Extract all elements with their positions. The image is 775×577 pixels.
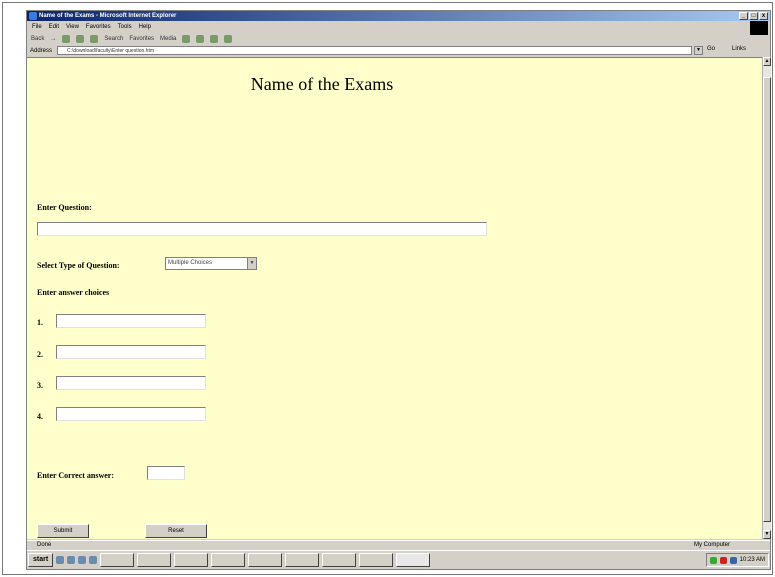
quicklaunch-desktop-icon[interactable] <box>56 556 65 564</box>
taskbar-window-5[interactable] <box>248 553 283 567</box>
ie-icon <box>29 12 37 20</box>
toolbar: Back → Search Favorites Media <box>27 33 747 45</box>
page-title: Name of the Exams <box>250 74 394 94</box>
taskbar-window-4[interactable] <box>211 553 246 567</box>
question-type-value: Multiple Choices <box>168 260 213 266</box>
choice-input-4[interactable] <box>56 407 206 421</box>
start-button[interactable]: start <box>28 553 54 567</box>
favorites-button[interactable]: Favorites <box>129 36 154 42</box>
page-content: Name of the Exams Enter Question: Select… <box>27 57 762 539</box>
history-icon[interactable] <box>182 35 191 43</box>
security-zone: My Computer <box>693 542 730 548</box>
back-button[interactable]: Back <box>31 36 44 42</box>
scroll-down-icon[interactable]: ▼ <box>763 530 771 539</box>
tray-volume-icon[interactable] <box>729 556 737 564</box>
home-icon[interactable] <box>90 35 99 43</box>
question-type-select[interactable]: Multiple Choices ▼ <box>165 257 257 270</box>
correct-answer-label: Enter Correct answer: <box>37 471 115 480</box>
chevron-down-icon[interactable]: ▼ <box>247 258 256 269</box>
menu-favorites[interactable]: Favorites <box>86 22 111 32</box>
taskbar-window-2[interactable] <box>137 553 172 567</box>
forward-button[interactable]: → <box>50 36 56 42</box>
status-text: Done <box>37 542 52 548</box>
windows-logo-icon <box>750 21 768 35</box>
quicklaunch-outlook-icon[interactable] <box>78 556 87 564</box>
scroll-up-icon[interactable]: ▲ <box>763 57 771 66</box>
reset-button[interactable]: Reset <box>145 524 207 538</box>
go-button[interactable]: Go <box>707 46 715 52</box>
taskbar: start 10:23 AM <box>27 550 770 569</box>
menu-file[interactable]: File <box>32 22 42 32</box>
answer-choices-label: Enter answer choices <box>37 288 110 297</box>
quicklaunch-media-icon[interactable] <box>89 556 98 564</box>
links-button[interactable]: Links <box>732 46 746 52</box>
choice-input-3[interactable] <box>56 376 206 390</box>
choice-number-1: 1. <box>37 318 43 327</box>
menu-view[interactable]: View <box>66 22 79 32</box>
menu-tools[interactable]: Tools <box>118 22 132 32</box>
address-bar: Address C:\download\faculty\Enter questi… <box>27 46 770 56</box>
media-button[interactable]: Media <box>160 36 176 42</box>
edit-icon[interactable] <box>224 35 233 43</box>
window-controls: _ □ x <box>739 12 768 20</box>
taskbar-window-1[interactable] <box>100 553 135 567</box>
quicklaunch-ie-icon[interactable] <box>67 556 76 564</box>
taskbar-window-8[interactable] <box>359 553 394 567</box>
choice-input-2[interactable] <box>56 345 206 359</box>
address-label: Address <box>30 48 53 54</box>
taskbar-window-3[interactable] <box>174 553 209 567</box>
scroll-thumb[interactable] <box>763 77 771 522</box>
system-tray: 10:23 AM <box>705 553 769 567</box>
choice-number-4: 4. <box>37 412 43 421</box>
refresh-icon[interactable] <box>76 35 85 43</box>
correct-answer-input[interactable] <box>147 466 185 480</box>
choice-number-2: 2. <box>37 350 43 359</box>
tray-network-icon[interactable] <box>709 556 717 564</box>
menu-help[interactable]: Help <box>139 22 151 32</box>
taskbar-window-active[interactable] <box>396 553 431 567</box>
enter-question-label: Enter Question: <box>37 203 92 212</box>
maximize-button[interactable]: □ <box>749 12 758 20</box>
question-input[interactable] <box>37 222 487 236</box>
address-input[interactable]: C:\download\faculty\Enter question.htm <box>57 46 692 55</box>
tray-antivirus-icon[interactable] <box>719 556 727 564</box>
print-icon[interactable] <box>210 35 219 43</box>
choice-number-3: 3. <box>37 381 43 390</box>
vertical-scrollbar[interactable]: ▲ ▼ <box>762 57 771 539</box>
status-bar: Done My Computer <box>27 540 770 549</box>
search-button[interactable]: Search <box>104 36 123 42</box>
submit-button[interactable]: Submit <box>37 524 89 538</box>
menu-bar: File Edit View Favorites Tools Help <box>27 22 770 32</box>
browser-window: Name of the Exams - Microsoft Internet E… <box>26 10 771 570</box>
address-dropdown-icon[interactable]: ▼ <box>694 46 703 55</box>
mail-icon[interactable] <box>196 35 205 43</box>
close-button[interactable]: x <box>759 12 768 20</box>
stop-icon[interactable] <box>62 35 71 43</box>
taskbar-window-7[interactable] <box>322 553 357 567</box>
select-type-label: Select Type of Question: <box>37 261 120 270</box>
title-bar: Name of the Exams - Microsoft Internet E… <box>27 11 770 21</box>
clock: 10:23 AM <box>739 557 765 563</box>
taskbar-window-6[interactable] <box>285 553 320 567</box>
choice-input-1[interactable] <box>56 314 206 328</box>
minimize-button[interactable]: _ <box>739 12 748 20</box>
window-title: Name of the Exams - Microsoft Internet E… <box>39 13 177 19</box>
menu-edit[interactable]: Edit <box>49 22 59 32</box>
